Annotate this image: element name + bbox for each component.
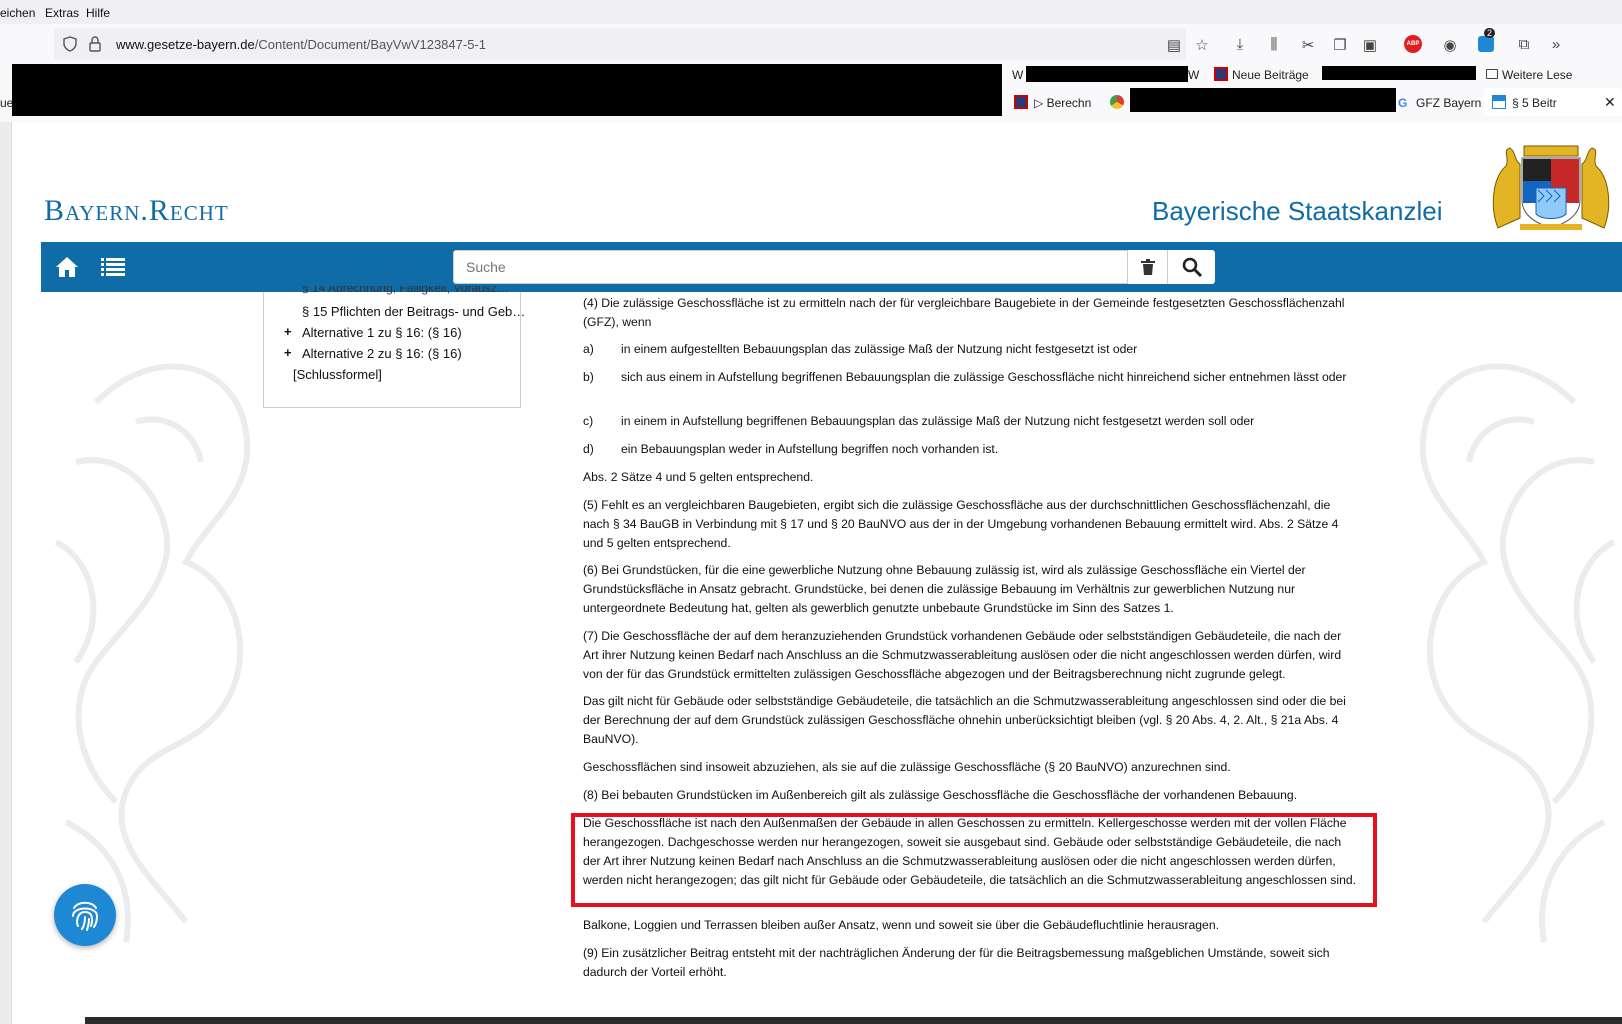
library-icon[interactable]: ⫼: [1264, 36, 1284, 53]
bookmarks-bar: ue W W Neue Beiträge Weitere Lese ▷ Bere…: [0, 64, 1622, 122]
menu-item-hilfe[interactable]: Hilfe: [86, 6, 110, 20]
redacted-area: [1026, 66, 1188, 82]
list-label: b): [583, 370, 594, 384]
table-of-contents: § 14 Abrechnung, Fälligkeit, Vorausz… § …: [263, 286, 525, 408]
search-icon: [1182, 257, 1202, 277]
shield-icon[interactable]: [62, 36, 78, 52]
search-input[interactable]: [466, 259, 1106, 275]
taskbar-strip: [85, 1017, 1622, 1024]
extension-icon[interactable]: [1478, 36, 1494, 52]
download-icon[interactable]: ⤓: [1230, 36, 1250, 53]
list-text: sich aus einem in Aufstellung begriffene…: [621, 370, 1347, 384]
toc-item-alternative-2[interactable]: Alternative 2 zu § 16: (§ 16): [302, 346, 462, 361]
close-tab-icon[interactable]: ✕: [1604, 94, 1616, 111]
clear-search-button[interactable]: [1127, 250, 1167, 284]
list-label: c): [583, 414, 594, 428]
forum-icon: [1214, 67, 1228, 81]
home-icon[interactable]: [55, 256, 79, 278]
chrome-icon: [1110, 95, 1124, 109]
paragraph-8-balkone: Balkone, Loggien und Terrassen bleiben a…: [583, 918, 1219, 932]
bavarian-coat-of-arms-icon: [1480, 138, 1622, 230]
page-icon: [1492, 95, 1506, 109]
toc-item-alternative-1[interactable]: Alternative 1 zu § 16: (§ 16): [302, 325, 462, 340]
bookmark-star-icon[interactable]: ☆: [1192, 36, 1212, 54]
bookmark-w[interactable]: W: [1012, 68, 1023, 82]
tab-berechnung[interactable]: ▷ Berechn: [1034, 96, 1091, 110]
site-logo[interactable]: Bayern.Recht: [44, 194, 229, 228]
paragraph-abs2: Abs. 2 Sätze 4 und 5 gelten entsprechend…: [583, 470, 814, 484]
list-text: ein Bebauungsplan weder in Aufstellung b…: [621, 442, 999, 456]
url-path: /Content/Document/BayVwV123847-5-1: [254, 37, 486, 52]
lion-watermark-left-icon: [54, 363, 251, 943]
paragraph-5: (5) Fehlt es an vergleichbaren Baugebiet…: [583, 498, 1339, 550]
forum-icon: [1014, 95, 1028, 109]
highlight-annotation: [571, 813, 1377, 907]
adblock-icon[interactable]: ABP: [1404, 35, 1422, 53]
list-label: d): [583, 442, 594, 456]
list-label: a): [583, 342, 594, 356]
menu-item-zeichen[interactable]: eichen: [0, 6, 35, 20]
expand-plus-icon[interactable]: +: [284, 324, 292, 339]
side-panel-scrollbar[interactable]: [0, 122, 12, 1024]
paragraph-8: (8) Bei bebauten Grundstücken im Außenbe…: [583, 788, 1298, 802]
list-icon[interactable]: [101, 257, 125, 277]
paragraph-4: (4) Die zulässige Geschossfläche ist zu …: [583, 296, 1345, 329]
list-text: in einem aufgestellten Bebauungsplan das…: [621, 342, 1138, 356]
fingerprint-button[interactable]: [54, 884, 116, 946]
redacted-area: [12, 64, 1002, 116]
lion-watermark-right-icon: [1419, 363, 1616, 943]
folder-icon: [1486, 69, 1498, 79]
clipboard-icon[interactable]: ▣: [1360, 36, 1380, 54]
account-icon[interactable]: ◉: [1440, 36, 1460, 54]
toc-item-15[interactable]: § 15 Pflichten der Beitrags- und Geb…: [302, 304, 525, 319]
extensions-icon[interactable]: ⧉: [1514, 36, 1534, 53]
paragraph-9: (9) Ein zusätzlicher Beitrag entsteht mi…: [583, 946, 1330, 979]
paragraph-6: (6) Bei Grundstücken, für die eine gewer…: [583, 563, 1306, 615]
search-box: [453, 250, 1147, 284]
paragraph-7-deduction: Geschossflächen sind insoweit abzuziehen…: [583, 760, 1231, 774]
toc-item-schlussformel[interactable]: [Schlussformel]: [293, 367, 382, 382]
notification-badge: 2: [1484, 28, 1496, 38]
redacted-area: [1322, 66, 1476, 80]
lock-icon[interactable]: [88, 36, 102, 52]
menu-item-extras[interactable]: Extras: [45, 6, 79, 20]
list-text: in einem in Aufstellung begriffenen Beba…: [621, 414, 1255, 428]
navigation-toolbar: www.gesetze-bayern.de/Content/Document/B…: [0, 24, 1622, 64]
reader-view-icon[interactable]: ▤: [1164, 36, 1184, 54]
search-button[interactable]: [1167, 250, 1215, 284]
paragraph-7: (7) Die Geschossfläche der auf dem heran…: [583, 629, 1342, 681]
toc-item-14[interactable]: § 14 Abrechnung, Fälligkeit, Vorausz…: [302, 286, 509, 296]
site-navbar: [41, 242, 1622, 292]
trash-icon: [1141, 259, 1155, 275]
overflow-chevron-icon[interactable]: »: [1546, 36, 1566, 53]
url-domain: www.gesetze-bayern.de: [116, 37, 255, 52]
cut-icon[interactable]: ✂: [1298, 36, 1318, 54]
url-text: www.gesetze-bayern.de/Content/Document/B…: [116, 37, 486, 52]
expand-plus-icon[interactable]: +: [284, 345, 292, 360]
bookmark-weitere-lesezeichen[interactable]: Weitere Lese: [1502, 68, 1572, 82]
bookmark-neue-beitraege[interactable]: Neue Beiträge: [1232, 68, 1309, 82]
paragraph-7-exception: Das gilt nicht für Gebäude oder selbstst…: [583, 694, 1346, 746]
copy-icon[interactable]: ❐: [1330, 36, 1350, 54]
redacted-area: [1130, 88, 1396, 112]
active-tab[interactable]: § 5 Beitr ✕: [1484, 88, 1622, 116]
agency-name: Bayerische Staatskanzlei: [1152, 196, 1443, 226]
google-icon: G: [1398, 96, 1408, 110]
fingerprint-icon: [72, 901, 99, 931]
menu-bar: eichen Extras Hilfe: [0, 0, 1622, 24]
tab-gfz-bayern[interactable]: GFZ Bayern: [1416, 96, 1481, 110]
bookmark-w2[interactable]: W: [1188, 68, 1199, 82]
tab-active-label: § 5 Beitr: [1512, 96, 1557, 110]
